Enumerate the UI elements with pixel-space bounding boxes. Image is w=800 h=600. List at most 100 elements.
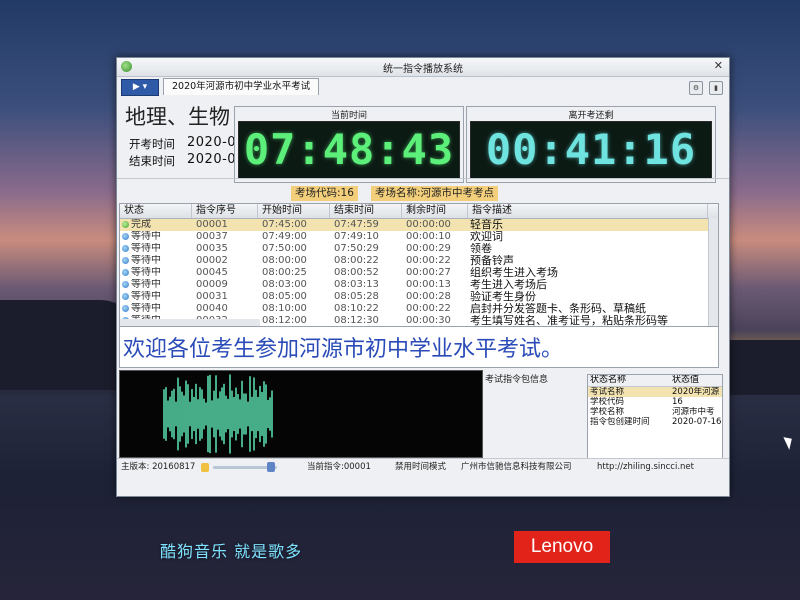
table-row[interactable]: 等待中 00009 08:03:00 08:03:13 00:00:13 考生进入考场后 xyxy=(120,279,718,291)
col-status[interactable]: 状态 xyxy=(120,204,192,218)
status-icon xyxy=(122,281,129,288)
cell-seq: 00040 xyxy=(196,303,258,315)
cell-status: 等待中 xyxy=(122,255,192,267)
cell-status: 等待中 xyxy=(122,279,192,291)
cell-seq: 00031 xyxy=(196,291,258,303)
desc-text: 预备铃声 xyxy=(470,255,514,267)
start-time-label: 开考时间 xyxy=(129,137,175,151)
seq-text: 00035 xyxy=(196,243,228,254)
cell-seq: 00035 xyxy=(196,243,258,255)
end-time-value: 2020-0 xyxy=(187,152,237,167)
volume-slider-knob[interactable] xyxy=(267,462,275,472)
close-icon[interactable]: ✕ xyxy=(714,59,723,72)
cell-desc: 欢迎词 xyxy=(470,231,706,243)
cell-start: 07:49:00 xyxy=(262,231,330,243)
table-row[interactable]: 等待中 00002 08:00:00 08:00:22 00:00:22 预备铃声 xyxy=(120,255,718,267)
start-time-value: 2020-0 xyxy=(187,135,237,150)
cell-start: 07:45:00 xyxy=(262,219,330,231)
remain-text: 00:00:28 xyxy=(406,291,451,302)
countdown-caption: 离开考还剩 xyxy=(568,111,614,121)
remain-text: 00:00:22 xyxy=(406,255,451,266)
cell-desc: 预备铃声 xyxy=(470,255,706,267)
status-text: 等待中 xyxy=(131,303,161,314)
remain-text: 00:00:13 xyxy=(406,279,451,290)
info-value: 2020年河源 xyxy=(672,387,720,397)
end-text: 08:05:28 xyxy=(334,291,379,302)
cell-seq: 00045 xyxy=(196,267,258,279)
cell-remain: 00:00:22 xyxy=(406,255,468,267)
table-row[interactable]: 等待中 00045 08:00:25 08:00:52 00:00:27 组织考生进入考场 xyxy=(120,267,718,279)
start-text: 08:03:00 xyxy=(262,279,307,290)
status-text: 等待中 xyxy=(131,231,161,242)
col-remain[interactable]: 剩余时间 xyxy=(402,204,468,218)
table-vscrollbar[interactable] xyxy=(708,218,718,327)
cell-status: 等待中 xyxy=(122,291,192,303)
command-table: 状态 指令序号 开始时间 结束时间 剩余时间 指令描述 完成 00001 07:45… xyxy=(119,203,719,328)
package-info-header: 状态名称 状态值 xyxy=(588,375,722,387)
countdown-panel: 离开考还剩 00:41:16 xyxy=(466,106,716,183)
package-info-title: 考试指令包信息 xyxy=(485,375,549,385)
audio-waveform-panel xyxy=(119,370,483,458)
settings-icon[interactable]: ⚙ xyxy=(689,81,703,95)
status-icon xyxy=(122,269,129,276)
title-bar[interactable]: 统一指令播放系统 ✕ xyxy=(117,58,729,77)
cell-start: 08:00:00 xyxy=(262,255,330,267)
play-menu-button[interactable]: ▶ ▾ xyxy=(121,79,159,96)
kugou-slogan: 酷狗音乐 就是歌多 xyxy=(160,542,303,561)
start-text: 07:50:00 xyxy=(262,243,307,254)
status-icon xyxy=(122,245,129,252)
status-icon xyxy=(122,233,129,240)
start-text: 08:00:00 xyxy=(262,255,307,266)
status-icon xyxy=(122,221,129,228)
end-time-label: 结束时间 xyxy=(129,154,175,168)
info-row[interactable]: 学校代码 16 xyxy=(588,397,722,407)
cell-end: 08:05:28 xyxy=(334,291,402,303)
waveform xyxy=(163,374,273,454)
welcome-banner: 欢迎各位考生参加河源市初中学业水平考试。 xyxy=(119,326,719,368)
col-seq[interactable]: 指令序号 xyxy=(192,204,258,218)
col-desc[interactable]: 指令描述 xyxy=(468,204,708,218)
cell-desc: 领卷 xyxy=(470,243,706,255)
end-text: 07:50:29 xyxy=(334,243,379,254)
desc-text: 考生进入考场后 xyxy=(470,279,547,291)
table-row[interactable]: 等待中 00031 08:05:00 08:05:28 00:00:28 验证考生身份 xyxy=(120,291,718,303)
table-row[interactable]: 等待中 00037 07:49:00 07:49:10 00:00:10 欢迎词 xyxy=(120,231,718,243)
company-url[interactable]: http://zhiling.sincci.net xyxy=(597,459,694,476)
col-start[interactable]: 开始时间 xyxy=(258,204,330,218)
remain-text: 00:00:27 xyxy=(406,267,451,278)
seq-text: 00009 xyxy=(196,279,228,290)
cell-start: 08:03:00 xyxy=(262,279,330,291)
info-row[interactable]: 考试名称 2020年河源 xyxy=(588,387,722,397)
table-row[interactable]: 等待中 00035 07:50:00 07:50:29 00:00:29 领卷 xyxy=(120,243,718,255)
seq-text: 00040 xyxy=(196,303,228,314)
stats-icon[interactable]: ▮ xyxy=(709,81,723,95)
status-text: 等待中 xyxy=(131,291,161,302)
cell-remain: 00:00:29 xyxy=(406,243,468,255)
cell-start: 08:10:00 xyxy=(262,303,330,315)
tab-exam[interactable]: 2020年河源市初中学业水平考试 xyxy=(163,78,320,95)
company-text: 广州市信驰信息科技有限公司 xyxy=(461,462,572,472)
package-info-table: 状态名称 状态值 考试名称 2020年河源 学校代码 16 学校名称 河源市中考… xyxy=(587,374,723,470)
remain-text: 00:00:30 xyxy=(406,315,451,326)
cell-status: 完成 xyxy=(122,219,192,231)
cell-end: 07:47:59 xyxy=(334,219,402,231)
table-row[interactable]: 完成 00001 07:45:00 07:47:59 00:00:00 轻音乐 xyxy=(120,219,718,231)
col-end[interactable]: 结束时间 xyxy=(330,204,402,218)
cell-end: 08:00:52 xyxy=(334,267,402,279)
info-row[interactable]: 指令包创建时间 2020-07-16 xyxy=(588,417,722,427)
version-text: 主版本: 20160817 xyxy=(121,462,196,472)
room-code: 考场代码:16 xyxy=(291,186,358,201)
info-name: 指令包创建时间 xyxy=(590,417,650,427)
seq-text: 00045 xyxy=(196,267,228,278)
table-row[interactable]: 等待中 00040 08:10:00 08:10:22 00:00:22 启封并分发答题卡… xyxy=(120,303,718,315)
end-text: 07:47:59 xyxy=(334,219,379,230)
current-time-digits: 07:48:43 xyxy=(243,125,455,174)
cell-desc: 启封并分发答题卡、条形码、草稿纸 xyxy=(470,303,706,315)
cell-remain: 00:00:22 xyxy=(406,303,468,315)
cell-desc: 考生进入考场后 xyxy=(470,279,706,291)
cell-desc: 验证考生身份 xyxy=(470,291,706,303)
cell-end: 08:03:13 xyxy=(334,279,402,291)
info-row[interactable]: 学校名称 河源市中考 xyxy=(588,407,722,417)
volume-icon[interactable] xyxy=(201,463,209,472)
cell-remain: 00:00:10 xyxy=(406,231,468,243)
